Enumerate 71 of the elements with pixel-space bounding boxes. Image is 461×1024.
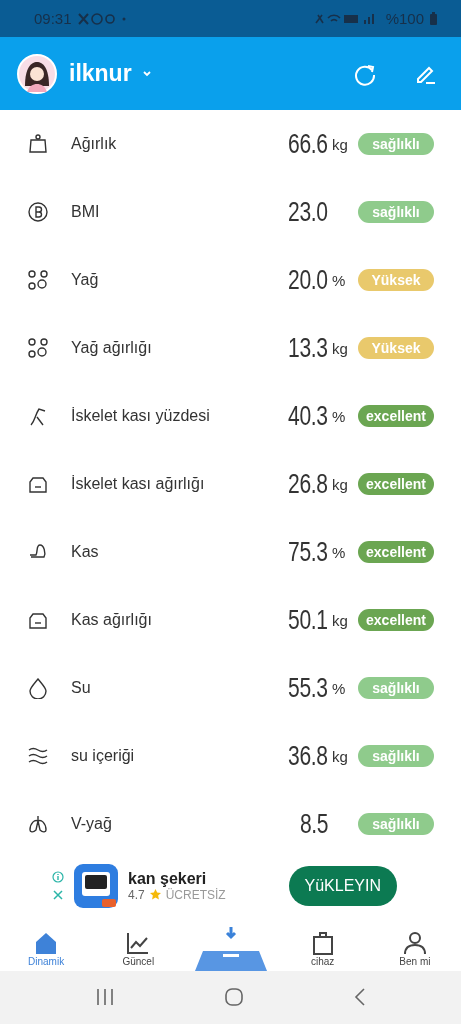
status-time: 09:31 xyxy=(34,10,72,28)
status-tag: Yüksek xyxy=(358,337,434,360)
metric-unit: kg xyxy=(332,475,349,493)
status-tag: sağlıklı xyxy=(358,813,434,836)
status-tag: excellent xyxy=(358,405,434,428)
close-icon[interactable] xyxy=(52,889,64,901)
nav-tab[interactable]: Ben mi xyxy=(399,929,431,971)
metric-unit: kg xyxy=(332,747,349,765)
metric-value: 8.5 xyxy=(299,808,328,840)
b-circle-icon xyxy=(27,201,49,224)
install-button[interactable]: YüKLEYIN xyxy=(288,866,397,906)
app-logo-icon xyxy=(74,864,118,908)
back-icon[interactable] xyxy=(353,988,366,1007)
status-tag: excellent xyxy=(358,609,434,632)
metric-name: Yağ xyxy=(71,271,99,290)
metric-unit: % xyxy=(332,407,347,425)
metric-value: 26.8 xyxy=(288,468,328,500)
metric-value: 55.3 xyxy=(288,672,328,704)
metric-name: Kas xyxy=(71,543,99,562)
metric-name: BMI xyxy=(71,203,100,222)
metric-unit: kg xyxy=(332,339,349,357)
drop-icon xyxy=(27,677,49,700)
metric-name: su içeriği xyxy=(71,747,135,766)
ad-rating: 4.7 xyxy=(128,888,145,902)
home-icon[interactable] xyxy=(224,988,243,1007)
scale-button[interactable] xyxy=(192,924,269,971)
status-tag: sağlıklı xyxy=(358,201,434,224)
metric-name: Yağ ağırlığı xyxy=(71,339,152,358)
nav-tab[interactable]: Güncel xyxy=(122,929,155,971)
signal-icons xyxy=(313,12,376,25)
metric-value: 23.0 xyxy=(288,196,328,228)
status-tag: sağlıklı xyxy=(358,677,434,700)
battery-icon xyxy=(430,12,437,26)
ad-title: kan şekeri xyxy=(128,870,207,888)
metric-unit: % xyxy=(332,543,347,561)
metric-unit: % xyxy=(332,679,347,697)
lungs-icon xyxy=(27,813,49,836)
metric-value: 40.3 xyxy=(288,400,328,432)
tab-icon xyxy=(401,929,428,956)
metric-value: 66.6 xyxy=(288,128,328,160)
metric-value: 75.3 xyxy=(288,536,328,568)
metric-name: Ağırlık xyxy=(71,135,117,154)
metric-value: 20.0 xyxy=(288,264,328,296)
nav-tab[interactable]: Dinamik xyxy=(28,929,65,971)
battery-level: %100 xyxy=(385,10,424,28)
metric-unit: kg xyxy=(332,135,349,153)
metric-unit: % xyxy=(332,271,347,289)
molecule-icon xyxy=(27,269,49,292)
metric-name: İskelet kası yüzdesi xyxy=(71,407,210,426)
nav-tab[interactable]: cihaz xyxy=(309,929,336,971)
metric-unit: kg xyxy=(332,611,349,629)
status-tag: sağlıklı xyxy=(358,745,434,768)
status-tag: excellent xyxy=(358,541,434,564)
metric-name: V-yağ xyxy=(71,815,112,834)
metric-name: Kas ağırlığı xyxy=(71,611,152,630)
status-tag: sağlıklı xyxy=(358,133,434,156)
chevron-down-icon[interactable] xyxy=(141,69,152,78)
ad-price: ÜCRETSİZ xyxy=(165,888,226,902)
metric-value: 36.8 xyxy=(288,740,328,772)
notification-icons xyxy=(77,12,128,25)
star-icon xyxy=(149,889,161,901)
info-icon[interactable] xyxy=(52,871,64,883)
status-tag: excellent xyxy=(358,473,434,496)
weight-icon xyxy=(27,133,49,156)
status-tag: Yüksek xyxy=(358,269,434,292)
metric-name: Su xyxy=(71,679,91,698)
metric-value: 50.1 xyxy=(288,604,328,636)
avatar[interactable] xyxy=(17,53,57,94)
recent-apps-icon[interactable] xyxy=(95,989,114,1006)
metric-value: 13.3 xyxy=(288,332,328,364)
metric-name: İskelet kası ağırlığı xyxy=(71,475,205,494)
